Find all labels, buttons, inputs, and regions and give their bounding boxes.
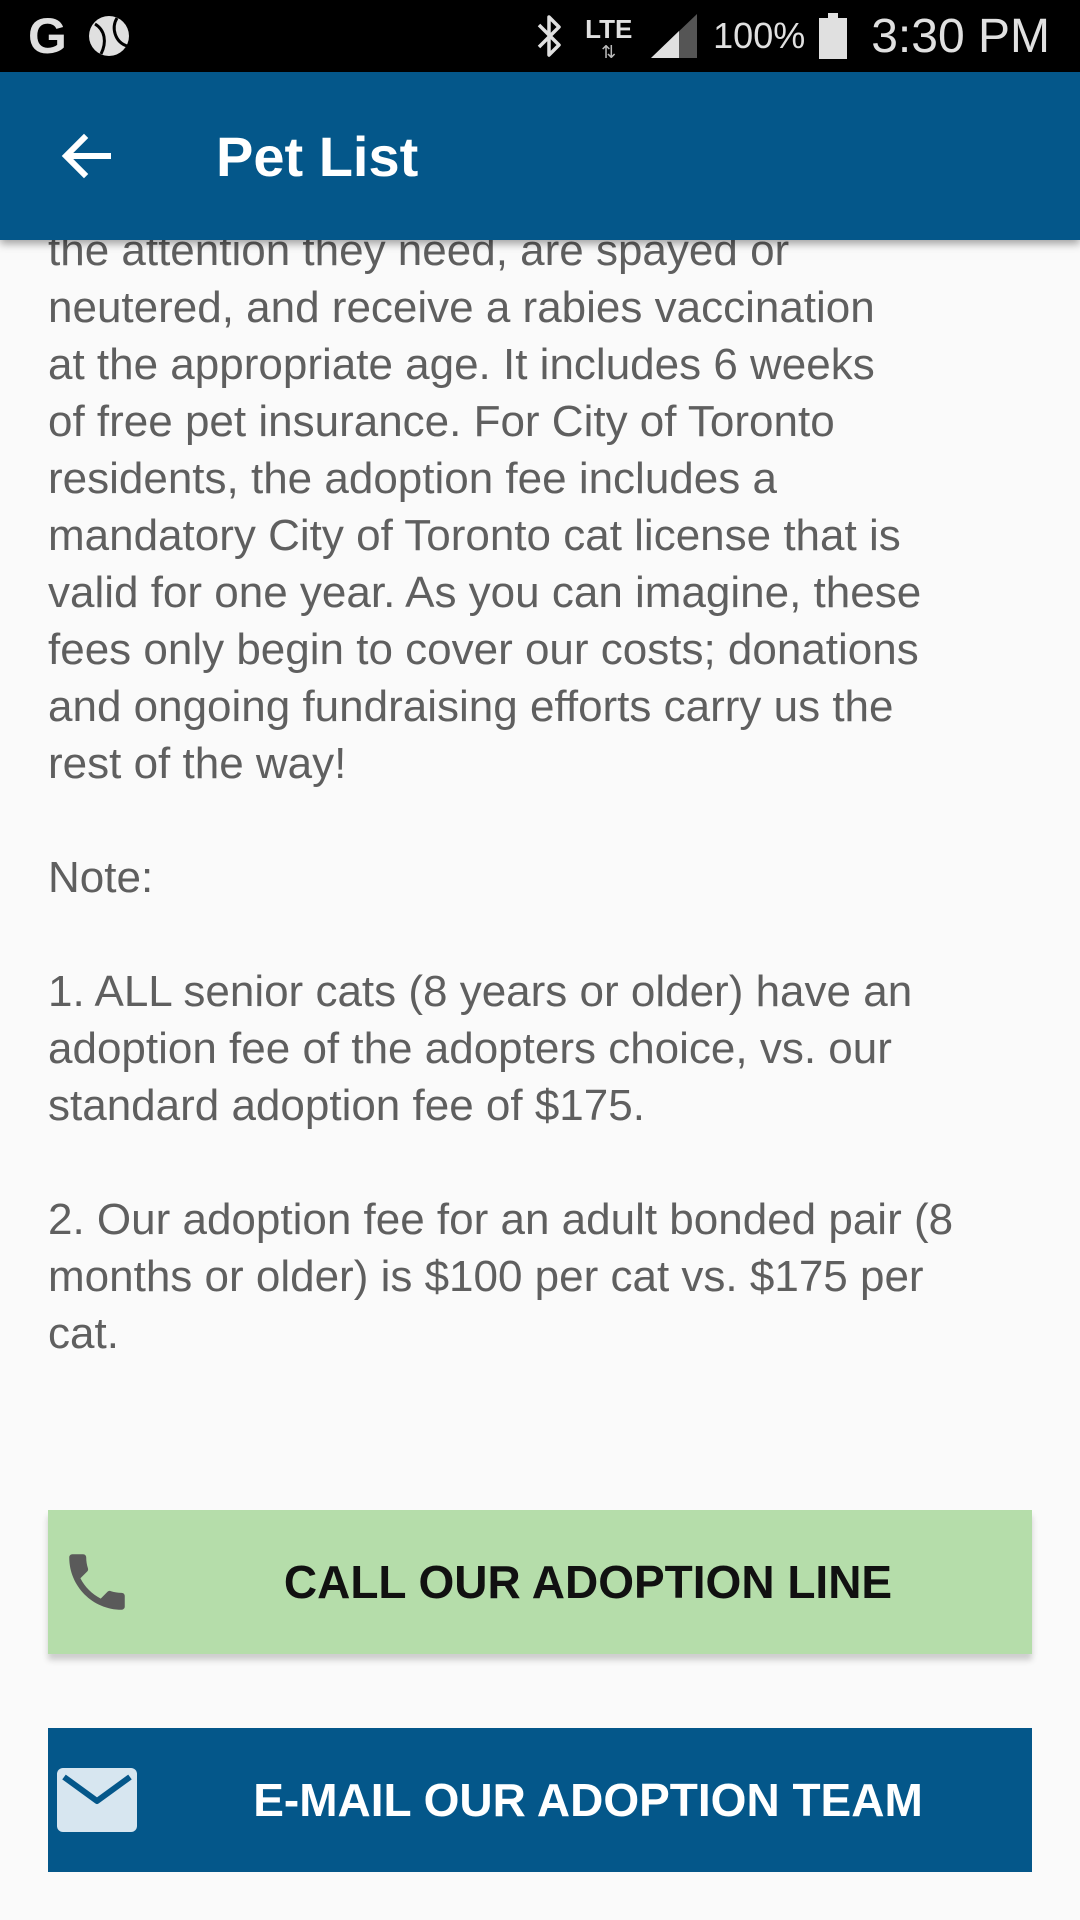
mail-glyph: [57, 1768, 137, 1832]
phone-glyph: [69, 1554, 125, 1610]
arrow-back-icon: [61, 133, 111, 179]
status-right-icons: LTE ⇅ 100% 3:30 PM: [533, 0, 1050, 72]
call-adoption-line-button[interactable]: CALL OUR ADOPTION LINE: [48, 1510, 1032, 1654]
phone-icon: [56, 1541, 138, 1623]
status-time: 3:30 PM: [871, 9, 1050, 63]
adoption-fee-description: the attention they need, are spayed or n…: [48, 240, 954, 1358]
signal-icon: [651, 14, 698, 58]
lte-indicator: LTE ⇅: [581, 8, 635, 64]
battery-percent: 100%: [713, 15, 806, 56]
bluetooth-icon: [537, 15, 561, 57]
status-left-icons: G: [28, 10, 131, 62]
detail-content[interactable]: the attention they need, are spayed or n…: [0, 240, 1080, 1920]
lte-label: LTE: [585, 14, 633, 44]
google-icon: G: [28, 8, 67, 64]
page-title: Pet List: [216, 125, 419, 188]
email-button-label: E-MAIL OUR ADOPTION TEAM: [253, 1774, 923, 1826]
battery-icon: [819, 13, 848, 59]
mail-icon: [56, 1759, 138, 1841]
call-button-label: CALL OUR ADOPTION LINE: [283, 1556, 893, 1608]
data-arrows-icon: ⇅: [601, 42, 617, 62]
back-button[interactable]: [48, 118, 124, 194]
app-bar: Pet List: [0, 72, 1080, 240]
email-adoption-team-button[interactable]: E-MAIL OUR ADOPTION TEAM: [48, 1728, 1032, 1872]
ball-icon: [88, 16, 129, 56]
status-bar: G LTE ⇅ 100% 3:30 PM: [0, 0, 1080, 72]
